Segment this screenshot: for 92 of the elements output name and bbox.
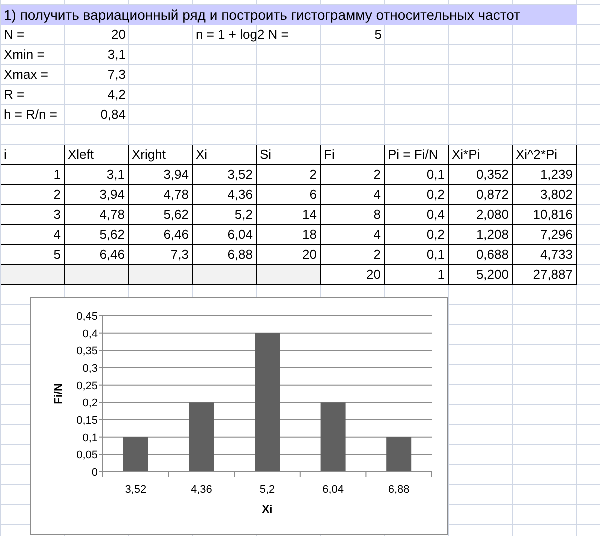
table-cell: 6: [257, 185, 321, 205]
total-cell: 1: [385, 265, 449, 285]
bar: [189, 402, 214, 472]
table-cell: 4: [1, 225, 65, 245]
axis-label: 6,88: [388, 484, 410, 496]
axis-label: 6,04: [322, 484, 344, 496]
table-cell: 1,208: [449, 225, 513, 245]
table-cell: 2,080: [449, 205, 513, 225]
table-cell: 2: [321, 245, 385, 265]
table-cell: 2: [257, 165, 321, 185]
axis-title: Xi: [262, 504, 273, 516]
table-cell: 7,296: [513, 225, 577, 245]
column-header: Pi = Fi/N: [385, 145, 449, 165]
table-cell: 7,3: [129, 245, 193, 265]
column-header: Xi: [193, 145, 257, 165]
table-cell: 3,52: [193, 165, 257, 185]
axis-label: 0,2: [82, 398, 98, 410]
table-cell: 4,733: [513, 245, 577, 265]
column-header: Xi*Pi: [449, 145, 513, 165]
table-cell: 2: [321, 165, 385, 185]
table-cell: 1,239: [513, 165, 577, 185]
table-cell: 6,46: [129, 225, 193, 245]
table-cell: 0,1: [385, 165, 449, 185]
table-cell: 3: [1, 205, 65, 225]
axis-label: 0,35: [76, 346, 98, 358]
bar: [386, 437, 412, 472]
axis-label: 0,25: [76, 380, 98, 392]
table-cell: 1: [1, 165, 65, 185]
table-cell: 5,2: [193, 205, 257, 225]
sheet-cell-text: 5: [374, 26, 383, 44]
column-header: Si: [257, 145, 321, 165]
sheet-cell-text: R =: [3, 86, 26, 104]
total-cell: 27,887: [513, 265, 577, 285]
sheet-cell-text: Xmax =: [3, 66, 50, 84]
column-header: Xleft: [65, 145, 129, 165]
column-header: i: [1, 145, 65, 165]
sheet-cell-text: 7,3: [106, 66, 127, 84]
axis-label: 0,45: [76, 311, 98, 323]
table-cell: 0,4: [385, 205, 449, 225]
total-cell: 5,200: [449, 265, 513, 285]
table-cell: 0,352: [449, 165, 513, 185]
table-cell: 5,62: [65, 225, 129, 245]
table-cell: 5: [1, 245, 65, 265]
axis-label: 0,3: [82, 363, 98, 375]
sheet-cell-text: 4,2: [106, 86, 127, 104]
table-cell: 0,688: [449, 245, 513, 265]
table-cell: 4: [321, 225, 385, 245]
table-cell: 3,94: [129, 165, 193, 185]
axis-label: 3,52: [125, 484, 147, 496]
axis-label: 0,15: [76, 415, 98, 427]
axis-label: 4,36: [191, 484, 212, 496]
table-cell: 10,816: [513, 205, 577, 225]
table-cell: 20: [257, 245, 321, 265]
table-cell: 2: [1, 185, 65, 205]
total-cell: 20: [321, 265, 385, 285]
table-cell: 6,04: [193, 225, 257, 245]
sheet-cell-text: 3,1: [106, 46, 127, 64]
table-cell: 0,2: [385, 225, 449, 245]
sheet-cell-text: 20: [110, 26, 127, 44]
bar: [320, 402, 346, 472]
axis-label: 0,4: [82, 328, 98, 340]
table-cell: 4: [321, 185, 385, 205]
title-banner: 1) получить вариационный ряд и построить гистограмму относительных частот: [1, 5, 577, 25]
table-cell: 8: [321, 205, 385, 225]
table-cell: 5,62: [129, 205, 193, 225]
table-cell: 0,1: [385, 245, 449, 265]
axis-label: 0: [92, 467, 98, 479]
table-cell: 4,36: [193, 185, 257, 205]
table-cell: 6,88: [193, 245, 257, 265]
table-cell: 0,872: [449, 185, 513, 205]
sheet-cell-text: h = R/n =: [3, 106, 58, 124]
table-cell: 3,1: [65, 165, 129, 185]
table-cell: 18: [257, 225, 321, 245]
axis-title: Fi/N: [53, 384, 65, 404]
axis-label: 5,2: [260, 484, 276, 496]
bar: [123, 437, 148, 472]
axis-label: 0,05: [76, 450, 98, 462]
column-header: Xi^2*Pi: [513, 145, 577, 165]
axis-label: 0,1: [82, 432, 98, 444]
table-cell: 3,802: [513, 185, 577, 205]
column-header: Xright: [129, 145, 193, 165]
sheet-cell-text: N =: [3, 26, 26, 44]
table-cell: 14: [257, 205, 321, 225]
sheet-cell-text: n = 1 + log2 N =: [195, 26, 290, 44]
table-cell: 0,2: [385, 185, 449, 205]
sheet-cell-text: 0,84: [100, 106, 127, 124]
table-cell: 4,78: [129, 185, 193, 205]
table-cell: 3,94: [65, 185, 129, 205]
table-cell: 6,46: [65, 245, 129, 265]
column-header: Fi: [321, 145, 385, 165]
sheet-cell-text: Xmin =: [3, 46, 46, 64]
table-cell: 4,78: [65, 205, 129, 225]
